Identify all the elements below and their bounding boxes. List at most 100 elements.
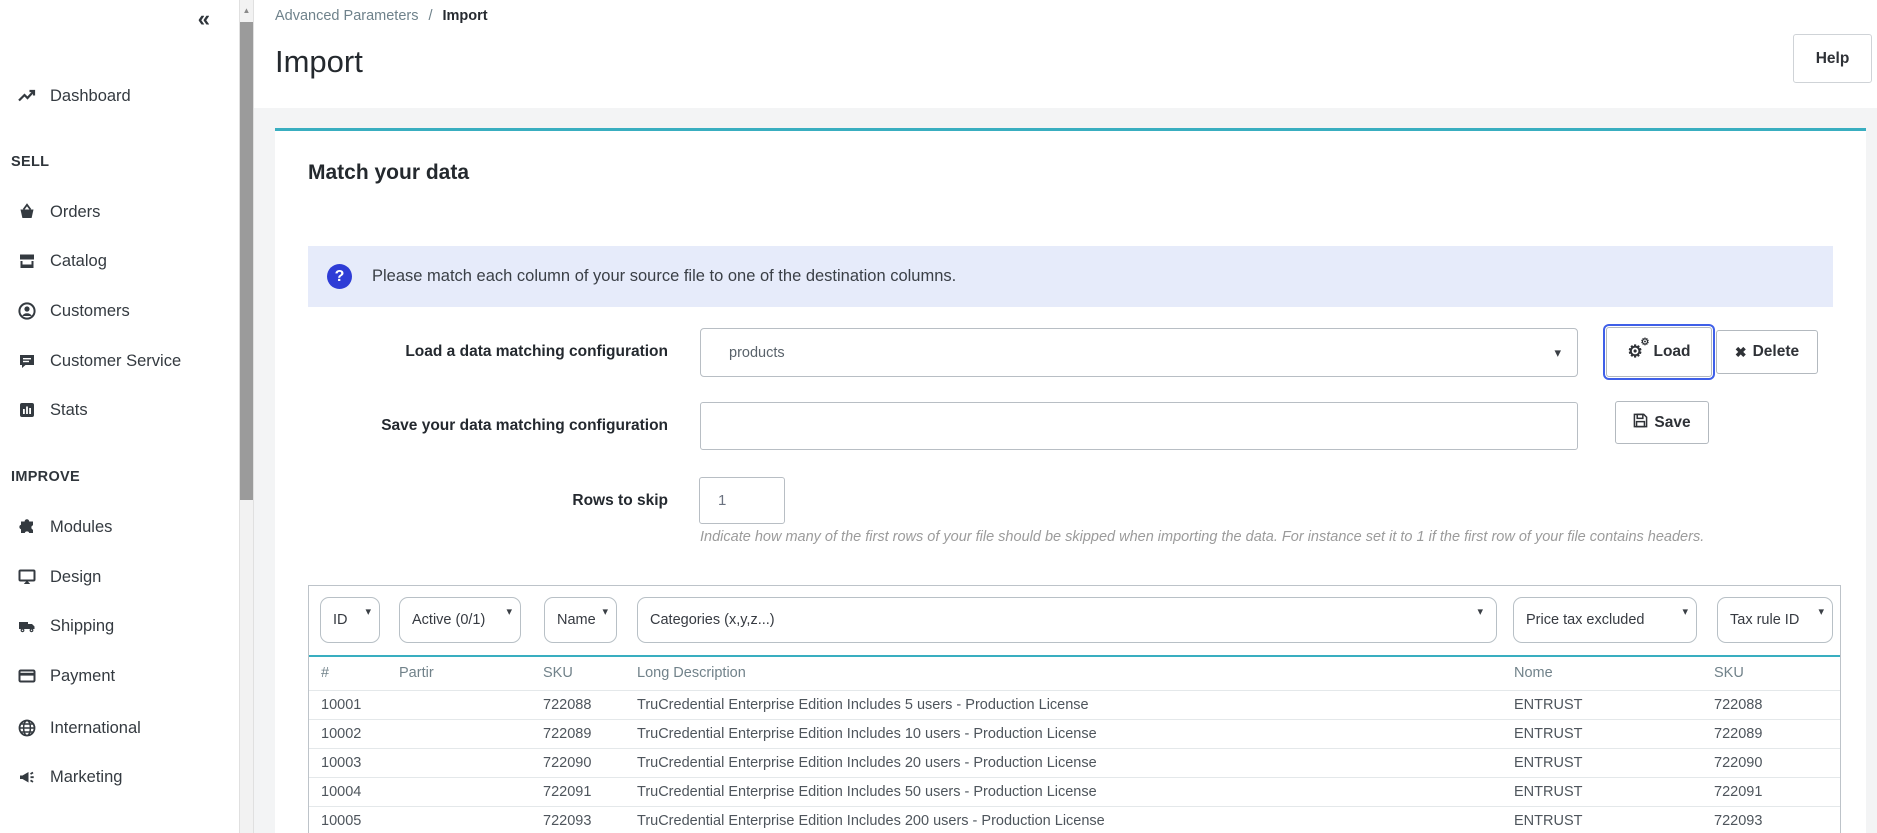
chevron-down-icon: ▾ [1554, 344, 1561, 360]
table-cell: 722089 [543, 718, 637, 748]
globe-icon [17, 718, 37, 738]
column-select-4[interactable]: Categories (x,y,z...) ▾ [637, 597, 1497, 643]
table-cell: 722090 [543, 747, 637, 777]
table-cell: 722093 [1714, 805, 1840, 833]
trending-up-icon [17, 86, 37, 106]
table-cell: 722091 [1714, 776, 1840, 806]
scroll-up-icon[interactable]: ▲ [240, 6, 253, 15]
scrollbar-thumb[interactable] [240, 22, 253, 500]
column-header: Partir [399, 656, 543, 691]
sidebar-item-label: International [50, 718, 141, 737]
table-row: 10001 722088 TruCredential Enterprise Ed… [309, 689, 1840, 719]
chevron-down-icon: ▾ [1682, 606, 1688, 618]
sidebar-item-label: Customer Service [50, 351, 182, 370]
table-cell: 10004 [309, 776, 399, 806]
save-config-label: Save your data matching configuration [381, 417, 668, 434]
table-cell [399, 689, 543, 719]
save-config-input[interactable] [700, 402, 1578, 450]
puzzle-icon [17, 517, 37, 537]
info-alert-text: Please match each column of your source … [372, 267, 957, 285]
table-cell: ENTRUST [1514, 689, 1714, 719]
match-your-data-panel: Match your data ? Please match each colu… [275, 128, 1866, 833]
truck-icon [17, 616, 37, 636]
sidebar-item-payment[interactable]: Payment [17, 663, 115, 689]
sidebar-collapse-icon[interactable]: « [198, 6, 210, 32]
table-cell [399, 805, 543, 833]
sidebar-item-modules[interactable]: Modules [17, 514, 112, 540]
sidebar-item-label: Shipping [50, 616, 115, 635]
table-row: 10005 722093 TruCredential Enterprise Ed… [309, 805, 1840, 833]
delete-button[interactable]: ✖ Delete [1716, 330, 1818, 374]
table-cell: TruCredential Enterprise Edition Include… [637, 805, 1514, 833]
table-cell: 722088 [1714, 689, 1840, 719]
breadcrumb-current: Import [442, 8, 488, 24]
help-button[interactable]: Help [1793, 34, 1872, 83]
table-cell: 722088 [543, 689, 637, 719]
table-cell: ENTRUST [1514, 805, 1714, 833]
column-select-2[interactable]: Active (0/1) ▾ [399, 597, 521, 643]
sidebar-item-marketing[interactable]: Marketing [17, 764, 122, 790]
sidebar-item-international[interactable]: International [17, 715, 141, 741]
column-select-value: ID [333, 612, 348, 628]
sidebar-item-shipping[interactable]: Shipping [17, 613, 114, 639]
load-button[interactable]: ⚙ ⚙ Load [1606, 327, 1712, 377]
column-header: SKU [543, 656, 637, 691]
column-header: # [309, 656, 399, 691]
column-select-6[interactable]: Tax rule ID ▾ [1717, 597, 1833, 643]
sidebar-item-dashboard[interactable]: Dashboard [17, 83, 131, 109]
column-select-value: Name [557, 612, 596, 628]
breadcrumb: Advanced Parameters / Import [275, 8, 488, 24]
credit-card-icon [17, 666, 37, 686]
sidebar-item-label: Design [50, 567, 102, 586]
column-header: Nome [1514, 656, 1714, 691]
table-cell: ENTRUST [1514, 776, 1714, 806]
table-cell: 722093 [543, 805, 637, 833]
breadcrumb-parent[interactable]: Advanced Parameters [275, 8, 418, 24]
table-cell: 10002 [309, 718, 399, 748]
destination-column-selects: ID ▾ Active (0/1) ▾ Name ▾ Categories (x,y,… [309, 586, 1840, 643]
table-cell [399, 718, 543, 748]
sidebar-item-orders[interactable]: Orders [17, 199, 100, 225]
table-cell: ENTRUST [1514, 747, 1714, 777]
save-button-label: Save [1654, 413, 1691, 431]
save-button[interactable]: Save [1615, 401, 1709, 444]
sidebar-scrollbar[interactable]: ▲ [239, 0, 254, 833]
column-select-1[interactable]: ID ▾ [320, 597, 380, 643]
table-cell: TruCredential Enterprise Edition Include… [637, 718, 1514, 748]
chat-icon [17, 351, 37, 371]
panel-title: Match your data [308, 161, 470, 184]
rows-to-skip-input[interactable] [699, 477, 785, 524]
sidebar-item-catalog[interactable]: Catalog [17, 248, 107, 274]
column-select-value: Tax rule ID [1730, 612, 1800, 628]
column-matching-table: ID ▾ Active (0/1) ▾ Name ▾ Categories (x,y,… [308, 585, 1841, 833]
sidebar-item-label: Modules [50, 517, 113, 536]
sidebar: « Dashboard SELL Orders Catalog Customer… [0, 0, 238, 833]
load-config-label: Load a data matching configuration [405, 343, 668, 360]
page-header: Advanced Parameters / Import Import Help [254, 0, 1877, 108]
megaphone-icon [17, 767, 37, 787]
chevron-down-icon: ▾ [602, 606, 608, 618]
table-cell: 722091 [543, 776, 637, 806]
sidebar-item-customer-service[interactable]: Customer Service [17, 348, 181, 374]
delete-button-label: Delete [1752, 343, 1800, 360]
sidebar-section-improve: IMPROVE [11, 469, 80, 485]
load-config-select[interactable]: products ▾ [700, 328, 1578, 377]
sidebar-item-design[interactable]: Design [17, 564, 101, 590]
column-select-3[interactable]: Name ▾ [544, 597, 617, 643]
gears-icon: ⚙ ⚙ [1627, 337, 1650, 362]
sidebar-item-customers[interactable]: Customers [17, 298, 130, 324]
sidebar-item-label: Orders [50, 202, 101, 221]
sidebar-item-label: Dashboard [50, 86, 131, 105]
floppy-icon [1633, 413, 1648, 433]
data-preview-table: # Partir SKU Long Description Nome SKU 1… [309, 655, 1840, 833]
table-cell: ENTRUST [1514, 718, 1714, 748]
table-cell [399, 747, 543, 777]
column-header: SKU [1714, 656, 1840, 691]
chevron-down-icon: ▾ [1818, 606, 1824, 618]
basket-icon [17, 202, 37, 222]
column-select-5[interactable]: Price tax excluded ▾ [1513, 597, 1697, 643]
store-icon [17, 251, 37, 271]
chevron-down-icon: ▾ [506, 606, 512, 618]
sidebar-item-stats[interactable]: Stats [17, 397, 88, 423]
table-cell: 722089 [1714, 718, 1840, 748]
